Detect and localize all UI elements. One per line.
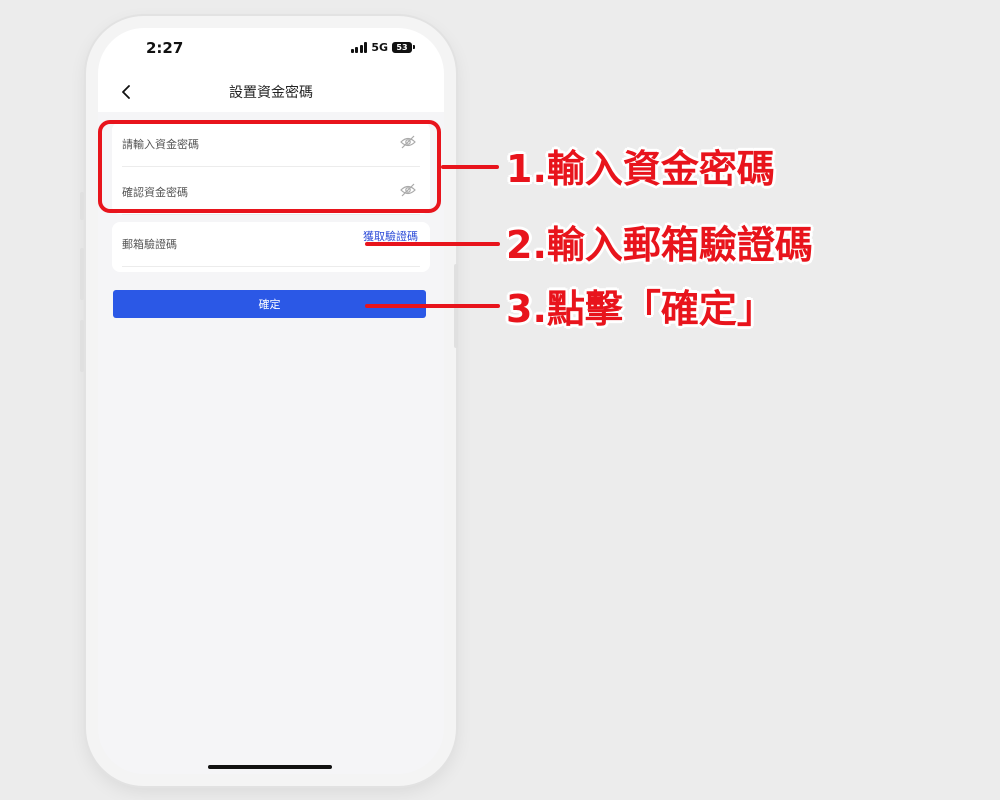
callout-line-3 [365,304,500,308]
callout-line-2 [365,242,500,246]
callout-line-1 [441,165,499,169]
battery-level: 53 [396,43,408,52]
callout-step-1: 1.輸入資金密碼 [506,147,775,191]
status-bar: 2:27 5G 53 [98,28,444,72]
phone-volume-down-button [80,320,84,372]
network-label: 5G [371,41,388,54]
email-code-placeholder: 郵箱驗證碼 [122,238,177,251]
callout-step-2: 2.輸入郵箱驗證碼 [506,223,813,267]
status-indicators: 5G 53 [350,41,415,54]
status-time: 2:27 [146,39,184,57]
password-fields-highlight [98,120,441,213]
nav-bar: 設置資金密碼 [98,72,444,112]
battery-icon: 53 [392,42,415,53]
page-title: 設置資金密碼 [229,85,313,101]
phone-side-button [80,192,84,220]
signal-icon [350,42,368,53]
phone-volume-up-button [80,248,84,300]
email-code-card: 郵箱驗證碼 獲取驗證碼 [112,222,430,272]
home-indicator [208,765,332,769]
callout-step-3: 3.點擊「確定」 [506,287,775,331]
